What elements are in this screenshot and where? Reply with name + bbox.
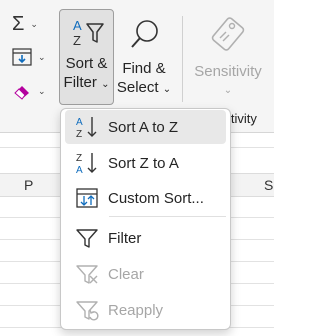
menu-item-sort-a-to-z[interactable]: A Z Sort A to Z — [65, 110, 226, 144]
chevron-down-icon: ⌄ — [101, 79, 110, 90]
eraser-icon — [14, 86, 29, 100]
group-label: itivity — [228, 111, 257, 126]
fill-button[interactable]: ⌄ — [12, 48, 46, 66]
sensitivity-label-icon — [211, 17, 245, 51]
sort-filter-icon: A Z — [73, 18, 104, 48]
menu-item-label: Reapply — [108, 301, 164, 319]
reapply-filter-icon — [76, 301, 99, 321]
menu-item-sort-z-to-a[interactable]: Z A Sort Z to A — [65, 146, 226, 180]
sort-a-to-z-icon: A Z — [76, 117, 97, 139]
sort-z-to-a-icon: Z A — [76, 153, 97, 175]
fill-down-icon — [12, 48, 32, 66]
clear-button[interactable]: ⌄ — [12, 82, 46, 100]
svg-text:Z: Z — [76, 153, 82, 164]
group-separator — [182, 16, 183, 102]
svg-text:A: A — [76, 117, 83, 128]
autosum-button[interactable]: Σ ⌄ — [12, 14, 38, 34]
find-select-button[interactable]: Find & Select ⌄ — [115, 12, 173, 102]
svg-text:A: A — [73, 18, 82, 33]
menu-item-custom-sort[interactable]: Custom Sort... — [65, 181, 226, 215]
sort-filter-label-line1: Sort & — [65, 55, 108, 72]
menu-item-label: Sort A to Z — [108, 118, 179, 136]
find-select-label-line2: Select ⌄ — [116, 79, 172, 96]
sensitivity-label: Sensitivity — [194, 63, 262, 80]
custom-sort-icon — [76, 188, 98, 208]
menu-item-filter[interactable]: Filter — [65, 221, 226, 255]
chevron-down-icon: ⌄ — [30, 18, 38, 29]
chevron-down-icon: ⌄ — [223, 85, 233, 96]
sort-filter-button[interactable]: A Z Sort & Filter ⌄ — [59, 9, 114, 105]
menu-item-label: Custom Sort... — [108, 189, 204, 207]
filter-funnel-icon — [76, 229, 98, 248]
chevron-down-icon: ⌄ — [38, 51, 46, 62]
menu-item-label: Clear — [108, 265, 144, 283]
menu-item-reapply[interactable]: Reapply — [65, 293, 226, 327]
svg-text:Z: Z — [76, 129, 82, 139]
find-select-label-line1: Find & — [122, 60, 166, 77]
menu-item-clear[interactable]: Clear — [65, 257, 226, 291]
sort-filter-label-line2: Filter ⌄ — [63, 74, 110, 91]
chevron-down-icon: ⌄ — [162, 84, 172, 95]
sensitivity-button: Sensitivity ⌄ — [190, 12, 266, 102]
menu-divider — [109, 216, 226, 217]
column-header-s[interactable]: S — [264, 177, 273, 193]
menu-item-label: Sort Z to A — [108, 154, 179, 172]
column-header-p[interactable]: P — [24, 177, 33, 193]
sigma-icon: Σ — [12, 13, 25, 35]
magnifier-icon — [131, 20, 158, 48]
svg-text:A: A — [76, 165, 83, 175]
svg-text:Z: Z — [73, 33, 81, 48]
sort-filter-menu: A Z Sort A to Z Z A Sort Z to A Custom S… — [60, 108, 231, 330]
chevron-down-icon: ⌄ — [38, 85, 46, 96]
menu-item-label: Filter — [108, 229, 142, 247]
clear-filter-icon — [76, 265, 98, 284]
